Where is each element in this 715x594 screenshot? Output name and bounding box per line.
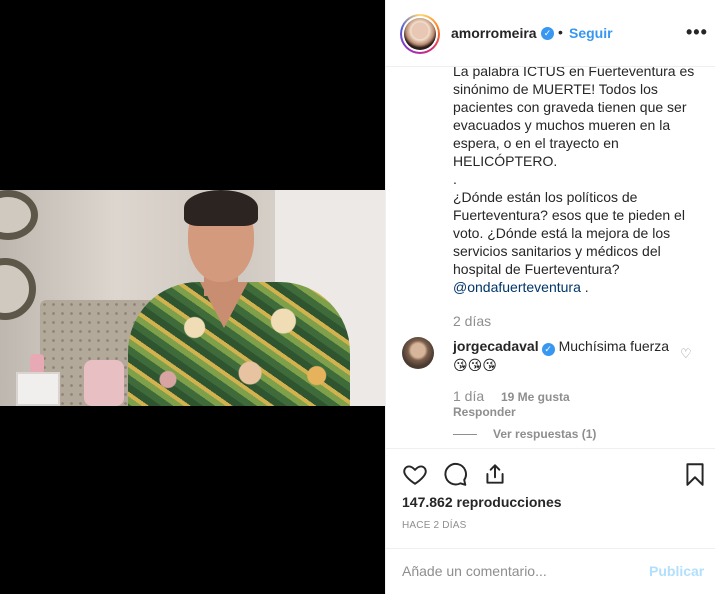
video-mirror	[0, 190, 38, 240]
comment-likes[interactable]: 19 Me gusta	[501, 390, 570, 404]
comment-timestamp[interactable]: 1 día	[453, 388, 484, 404]
post-header: amorromeira ✓ • Seguir •••	[386, 0, 715, 67]
post-caption: La palabra ICTUS en Fuerteventura es sin…	[453, 67, 703, 296]
video-mirror	[0, 258, 36, 320]
video-pillow	[84, 360, 124, 406]
video-lamp	[30, 354, 44, 372]
avatar-border	[402, 16, 438, 52]
comment-username[interactable]: jorgecadaval	[453, 338, 539, 354]
reply-button[interactable]: Responder	[453, 405, 516, 419]
avatar[interactable]	[400, 14, 440, 54]
bookmark-icon[interactable]	[682, 461, 708, 487]
comment: jorgecadaval ✓ Muchísima fuerza 😘😘😘	[453, 337, 673, 374]
post-actions: 147.862 reproducciones HACE 2 DÍAS	[386, 448, 715, 548]
caption-trailing: .	[580, 279, 589, 295]
avatar-image	[404, 18, 436, 50]
more-options-icon[interactable]: •••	[686, 22, 708, 43]
caption-mention-link[interactable]: @ondafuerteventura	[453, 279, 581, 295]
heart-icon[interactable]	[402, 461, 428, 487]
post-panel: amorromeira ✓ • Seguir ••• La palabra IC…	[385, 0, 715, 594]
view-replies-button[interactable]: Ver respuestas (1)	[493, 427, 596, 441]
publish-button[interactable]: Publicar	[649, 563, 704, 579]
post-date[interactable]: HACE 2 DÍAS	[402, 520, 466, 531]
video-side-table	[16, 372, 60, 406]
video-frame[interactable]	[0, 190, 385, 406]
share-icon[interactable]	[482, 461, 508, 487]
separator-dot: •	[558, 24, 563, 40]
username[interactable]: amorromeira	[451, 25, 537, 41]
caption-timestamp[interactable]: 2 días	[453, 313, 491, 329]
comment-icon[interactable]	[442, 461, 468, 487]
replies-divider	[453, 434, 477, 435]
caption-text: La palabra ICTUS en Fuerteventura es sin…	[453, 67, 695, 277]
video-person-hair	[184, 190, 258, 226]
comments-section[interactable]: La palabra ICTUS en Fuerteventura es sin…	[386, 67, 715, 448]
add-comment-bar: Publicar	[386, 548, 715, 594]
video-player[interactable]	[0, 0, 385, 594]
comment-like-heart-icon[interactable]: ♡	[680, 346, 692, 362]
comment-avatar[interactable]	[402, 337, 434, 369]
verified-badge-icon: ✓	[541, 343, 555, 356]
comment-input[interactable]	[402, 561, 632, 581]
follow-button[interactable]: Seguir	[569, 25, 613, 41]
view-count[interactable]: 147.862 reproducciones	[402, 494, 562, 510]
verified-badge-icon: ✓	[541, 27, 554, 40]
